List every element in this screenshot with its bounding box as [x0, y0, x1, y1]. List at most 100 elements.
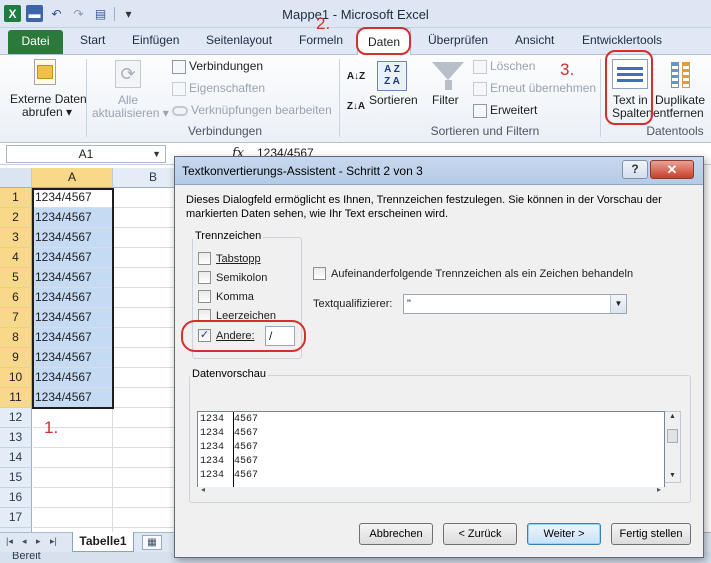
- cell-a[interactable]: 1234/4567: [33, 208, 113, 228]
- delimiter-space-checkbox[interactable]: Leerzeichen: [198, 309, 276, 322]
- row-header[interactable]: 2: [0, 208, 32, 228]
- cell-a[interactable]: 1234/4567: [33, 348, 113, 368]
- tab-review[interactable]: Überprüfen: [428, 33, 488, 47]
- cell-a[interactable]: 1234/4567: [33, 308, 113, 328]
- text-to-columns-line1[interactable]: Text in: [613, 93, 648, 107]
- dropdown-arrow-icon[interactable]: ▼: [610, 295, 626, 313]
- row-header[interactable]: 10: [0, 368, 32, 388]
- properties-button[interactable]: Eigenschaften: [172, 81, 265, 96]
- row-header[interactable]: 8: [0, 328, 32, 348]
- dialog-title-bar[interactable]: Textkonvertierungs-Assistent - Schritt 2…: [175, 157, 703, 185]
- row-header[interactable]: 9: [0, 348, 32, 368]
- cell-a[interactable]: 1234/4567: [33, 228, 113, 248]
- name-box[interactable]: A1 ▼: [6, 145, 166, 163]
- delimiter-other-checkbox[interactable]: ✓ Andere:: [198, 329, 255, 342]
- refresh-all-line2[interactable]: aktualisieren ▾: [92, 106, 169, 120]
- cell-a[interactable]: [33, 488, 113, 508]
- remove-duplicates-line2[interactable]: entfernen: [653, 106, 704, 120]
- scroll-left-icon[interactable]: ◂: [201, 485, 205, 494]
- filter-button[interactable]: Filter: [432, 93, 459, 107]
- advanced-filter-button[interactable]: Erweitert: [473, 103, 537, 118]
- consecutive-delimiters-checkbox[interactable]: Aufeinanderfolgende Trennzeichen als ein…: [313, 267, 633, 280]
- other-delimiter-input[interactable]: /: [265, 326, 295, 346]
- external-data-button-line1[interactable]: Externe Daten: [10, 92, 87, 106]
- name-box-dropdown-icon[interactable]: ▼: [152, 146, 161, 162]
- preview-horizontal-scrollbar[interactable]: ◂ ▸: [197, 485, 665, 497]
- tab-formulas[interactable]: Formeln: [299, 33, 343, 47]
- row-header[interactable]: 5: [0, 268, 32, 288]
- external-data-button-line2[interactable]: abrufen ▾: [22, 105, 72, 119]
- reapply-button[interactable]: Erneut übernehmen: [473, 81, 596, 96]
- tab-page-layout[interactable]: Seitenlayout: [206, 33, 272, 47]
- next-button[interactable]: Weiter >: [527, 523, 601, 545]
- checkbox-space[interactable]: [198, 309, 211, 322]
- refresh-all-line1[interactable]: Alle: [118, 93, 138, 107]
- row-header[interactable]: 13: [0, 428, 32, 448]
- next-sheet-icon[interactable]: ▸: [36, 536, 41, 547]
- scroll-up-icon[interactable]: ▲: [669, 413, 676, 420]
- row-header[interactable]: 4: [0, 248, 32, 268]
- scroll-thumb[interactable]: [667, 429, 678, 443]
- cancel-button[interactable]: Abbrechen: [359, 523, 433, 545]
- row-header[interactable]: 16: [0, 488, 32, 508]
- text-to-columns-icon: [612, 59, 648, 89]
- cell-a[interactable]: 1234/4567: [33, 188, 113, 208]
- close-button[interactable]: ✕: [650, 160, 694, 179]
- row-header[interactable]: 6: [0, 288, 32, 308]
- sort-ascending-icon[interactable]: A↓Z: [346, 63, 366, 89]
- cell-a[interactable]: 1234/4567: [33, 288, 113, 308]
- sort-button[interactable]: Sortieren: [369, 93, 418, 107]
- clear-filter-button[interactable]: Löschen: [473, 59, 535, 74]
- delimiter-comma-checkbox[interactable]: Komma: [198, 290, 254, 303]
- cell-a[interactable]: 1234/4567: [33, 268, 113, 288]
- tab-data[interactable]: Daten: [357, 28, 411, 56]
- tab-insert[interactable]: Einfügen: [132, 33, 179, 47]
- cell-a[interactable]: [33, 448, 113, 468]
- cell-a[interactable]: [33, 508, 113, 528]
- checkbox-comma[interactable]: [198, 290, 211, 303]
- prev-sheet-icon[interactable]: ◂: [22, 536, 27, 547]
- cell-a[interactable]: 1234/4567: [33, 368, 113, 388]
- row-header[interactable]: 1: [0, 188, 32, 208]
- finish-button[interactable]: Fertig stellen: [611, 523, 691, 545]
- insert-sheet-icon[interactable]: ▦: [142, 535, 162, 550]
- preview-vertical-scrollbar[interactable]: ▲ ▼: [665, 411, 681, 483]
- row-header[interactable]: 14: [0, 448, 32, 468]
- cell-a[interactable]: [33, 468, 113, 488]
- row-header[interactable]: 3: [0, 228, 32, 248]
- delimiter-tab-checkbox[interactable]: Tabstopp: [198, 252, 261, 265]
- edit-links-button[interactable]: Verknüpfungen bearbeiten: [172, 103, 332, 117]
- help-button[interactable]: ?: [622, 160, 648, 179]
- back-button[interactable]: < Zurück: [443, 523, 517, 545]
- tab-developer[interactable]: Entwicklertools: [582, 33, 662, 47]
- first-sheet-icon[interactable]: |◂: [6, 536, 13, 547]
- cell-a[interactable]: 1234/4567: [33, 248, 113, 268]
- tab-view[interactable]: Ansicht: [515, 33, 554, 47]
- sort-descending-icon[interactable]: Z↓A: [346, 93, 366, 119]
- scroll-down-icon[interactable]: ▼: [669, 472, 676, 479]
- tab-file[interactable]: Datei: [8, 30, 63, 54]
- last-sheet-icon[interactable]: ▸|: [50, 536, 57, 547]
- row-header[interactable]: 11: [0, 388, 32, 408]
- checkbox-other-checked-icon[interactable]: ✓: [198, 329, 211, 342]
- row-header[interactable]: 7: [0, 308, 32, 328]
- group-label-data-tools: Datentools: [646, 124, 704, 138]
- row-header[interactable]: 12: [0, 408, 32, 428]
- sheet-tab-tabelle1[interactable]: Tabelle1: [72, 532, 134, 552]
- checkbox-semicolon[interactable]: [198, 271, 211, 284]
- text-to-columns-line2[interactable]: Spalten: [612, 106, 653, 120]
- row-header[interactable]: 15: [0, 468, 32, 488]
- checkbox-consecutive[interactable]: [313, 267, 326, 280]
- delimiter-semicolon-checkbox[interactable]: Semikolon: [198, 271, 267, 284]
- connections-button[interactable]: Verbindungen: [172, 59, 263, 74]
- cell-a[interactable]: 1234/4567: [33, 328, 113, 348]
- row-header[interactable]: 17: [0, 508, 32, 528]
- checkbox-tab[interactable]: [198, 252, 211, 265]
- column-header-a[interactable]: A: [32, 168, 113, 188]
- text-qualifier-select[interactable]: " ▼: [403, 294, 627, 314]
- tab-start[interactable]: Start: [80, 33, 105, 47]
- scroll-right-icon[interactable]: ▸: [657, 485, 661, 494]
- select-all-corner[interactable]: [0, 168, 32, 188]
- remove-duplicates-line1[interactable]: Duplikate: [655, 93, 705, 107]
- cell-a[interactable]: 1234/4567: [33, 388, 113, 408]
